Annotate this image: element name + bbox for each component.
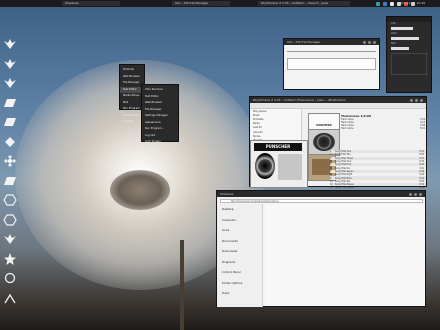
system-monitor-panel: CPU RAM NET — [386, 16, 432, 93]
clock[interactable]: 2011-11-25 10:49 — [398, 1, 438, 6]
sidebar-item[interactable]: Trash — [217, 288, 262, 299]
terminal-divider — [287, 51, 376, 52]
sidebar-item[interactable]: Downloads — [217, 246, 262, 257]
file-manager-title: Shadows — [220, 192, 234, 196]
file-manager-window[interactable]: Shadows file:///home/user/.local/share/a… — [216, 190, 426, 307]
wing-icon[interactable] — [3, 77, 17, 89]
task-button-1[interactable]: Shadows — [62, 1, 120, 6]
dandelion-core — [110, 170, 170, 210]
diamond-icon[interactable] — [3, 136, 17, 148]
net-bar — [391, 47, 409, 50]
star-icon[interactable] — [3, 252, 17, 265]
maximize-icon[interactable] — [368, 40, 371, 44]
wing-icon[interactable] — [3, 233, 17, 245]
wing-icon[interactable] — [3, 38, 17, 50]
task-button-3[interactable]: Rhythmbox 2.3.25 - Untitled ... Search -… — [258, 1, 350, 6]
top-panel: Shadows Xsh - Xfe File Manager Rhythmbox… — [0, 0, 440, 7]
maximize-icon[interactable] — [415, 98, 418, 102]
track-list: 1 Song Title One 3:12 2 Song Title Two 4:05 3 S… — [330, 150, 426, 190]
circle-icon[interactable] — [3, 272, 17, 284]
parallelogram-icon[interactable] — [3, 97, 17, 109]
minimize-icon[interactable] — [410, 98, 413, 102]
file-view[interactable] — [265, 204, 425, 306]
power-icon[interactable] — [3, 292, 17, 304]
parallelogram-icon[interactable] — [3, 116, 17, 128]
graph-area — [391, 53, 427, 75]
sidebar-item[interactable]: Links — [217, 225, 262, 236]
close-icon[interactable] — [420, 98, 423, 102]
sidebar-item[interactable]: Documents — [217, 236, 262, 247]
tray-icon[interactable] — [383, 1, 387, 6]
maximize-icon[interactable] — [414, 192, 417, 196]
minimize-icon[interactable] — [363, 40, 366, 44]
sidebar-item[interactable]: Computer — [217, 215, 262, 226]
wing-icon[interactable] — [3, 58, 17, 70]
album-art-banner: PUNSCHER — [254, 143, 302, 151]
ram-label: RAM — [391, 32, 397, 35]
context-submenu: Xfce Terminal Text Editor Web Browser File … — [141, 84, 179, 163]
file-manager-titlebar[interactable]: Shadows — [217, 191, 425, 197]
location-bar[interactable]: file:///home/user/.local/share/applicati… — [220, 199, 423, 203]
cpu-label: CPU — [391, 22, 397, 25]
flower-icon[interactable] — [3, 155, 17, 167]
rhythmbox-title: Rhythmbox 2.3.25 - Untitled (Thelonious … — [253, 98, 346, 102]
task-button-2[interactable]: Xsh - Xfe File Manager — [172, 1, 230, 6]
album-art-large: PUNSCHER — [250, 140, 308, 188]
net-label: NET — [391, 42, 396, 45]
terminal-titlebar[interactable]: Xsh - Xfe File Manager — [284, 39, 379, 45]
now-playing-list: Track name 3:34 Track name 4:12 Track name 2:… — [341, 118, 425, 130]
track-duration: 3:38 — [419, 186, 424, 190]
dandelion-stem — [180, 240, 184, 330]
side-dock — [0, 30, 22, 330]
terminal-title: Xsh - Xfe File Manager — [287, 40, 321, 44]
submenu-item[interactable]: Help — [142, 159, 178, 166]
tray-icon[interactable] — [390, 1, 394, 6]
terminal-window[interactable]: Xsh - Xfe File Manager — [283, 38, 380, 90]
now-playing-row[interactable]: Track name 5:01 — [341, 127, 425, 130]
cpu-bar — [391, 27, 413, 30]
hexagon-icon[interactable] — [3, 213, 17, 226]
hexagon-icon[interactable] — [3, 194, 17, 206]
track-title: Track name — [341, 127, 354, 130]
ram-bar — [391, 37, 419, 40]
sidebar-item[interactable]: Desktop — [217, 204, 262, 215]
tray-icon[interactable] — [376, 1, 380, 6]
sidebar-item[interactable]: Programs — [217, 257, 262, 268]
parallelogram-icon[interactable] — [3, 175, 17, 187]
track-duration: 5:01 — [420, 127, 425, 130]
close-icon[interactable] — [373, 40, 376, 44]
track-title: Song Title Twelve — [335, 186, 354, 190]
sidebar-item[interactable]: Control Panel — [217, 267, 262, 278]
close-icon[interactable] — [419, 192, 422, 196]
sidebar-item[interactable]: Folder Options — [217, 278, 262, 289]
minimize-icon[interactable] — [409, 192, 412, 196]
places-sidebar: Desktop Computer Links Documents Downloads Pr… — [217, 204, 263, 307]
terminal-input[interactable] — [287, 58, 376, 70]
rhythmbox-window[interactable]: Rhythmbox 2.3.25 - Untitled (Thelonious … — [249, 96, 427, 190]
